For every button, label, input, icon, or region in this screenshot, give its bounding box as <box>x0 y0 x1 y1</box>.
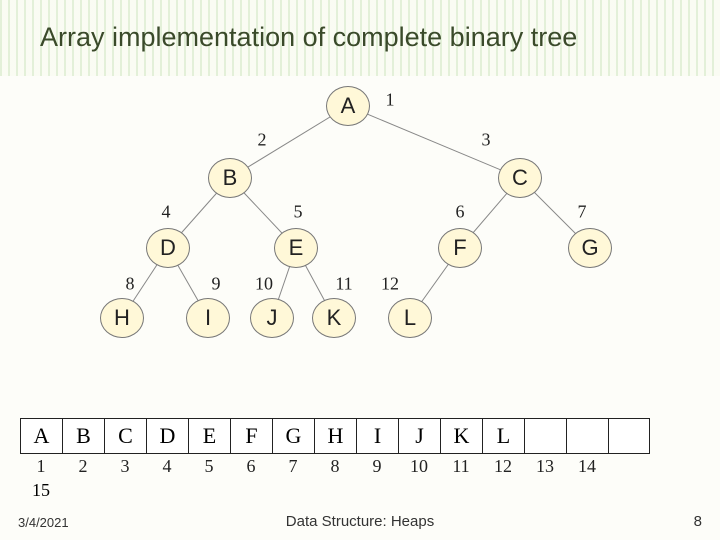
array-index: 9 <box>356 456 398 477</box>
array-cell: C <box>104 418 146 454</box>
array-cell: L <box>482 418 524 454</box>
array-cell <box>566 418 608 454</box>
array-cell: F <box>230 418 272 454</box>
tree-node-index: 9 <box>212 274 221 295</box>
slide-footer: Data Structure: Heaps <box>286 513 434 530</box>
tree-node-index: 10 <box>255 274 273 295</box>
array-index: 10 <box>398 456 440 477</box>
array-cell: G <box>272 418 314 454</box>
slide-page-number: 8 <box>694 513 702 530</box>
tree-node: G <box>568 228 612 268</box>
array-index: 2 <box>62 456 104 477</box>
tree-node-index: 2 <box>258 130 267 151</box>
array-index: 4 <box>146 456 188 477</box>
tree-edges <box>0 86 720 426</box>
array-index: 12 <box>482 456 524 477</box>
array-index: 3 <box>104 456 146 477</box>
array-cell: E <box>188 418 230 454</box>
tree-node: J <box>250 298 294 338</box>
array-row: ABCDEFGHIJKL <box>20 418 650 454</box>
array-cell: I <box>356 418 398 454</box>
tree-node-index: 7 <box>578 202 587 223</box>
array-index: 13 <box>524 456 566 477</box>
tree-node: D <box>146 228 190 268</box>
array-index: 14 <box>566 456 608 477</box>
tree-node: K <box>312 298 356 338</box>
array-cell <box>524 418 566 454</box>
tree-node-index: 5 <box>294 202 303 223</box>
tree-node: L <box>388 298 432 338</box>
slide-date: 3/4/2021 <box>18 515 69 530</box>
binary-tree-diagram: ABCDEFGHIJKL 123456789101112 <box>0 86 720 386</box>
tree-node: I <box>186 298 230 338</box>
array-cell: D <box>146 418 188 454</box>
array-index-15: 15 <box>20 480 62 501</box>
tree-node-index: 4 <box>162 202 171 223</box>
tree-node-index: 12 <box>381 274 399 295</box>
array-cell: J <box>398 418 440 454</box>
tree-node: B <box>208 158 252 198</box>
tree-node: A <box>326 86 370 126</box>
tree-node-index: 6 <box>456 202 465 223</box>
array-index: 6 <box>230 456 272 477</box>
array-index-row: 1234567891011121314 <box>20 456 608 477</box>
array-cell: A <box>20 418 62 454</box>
array-cell <box>608 418 650 454</box>
tree-node: H <box>100 298 144 338</box>
tree-node-index: 3 <box>482 130 491 151</box>
tree-node: C <box>498 158 542 198</box>
array-index: 5 <box>188 456 230 477</box>
tree-node-index: 1 <box>386 90 395 111</box>
slide-title: Array implementation of complete binary … <box>40 22 577 53</box>
array-index: 7 <box>272 456 314 477</box>
array-index: 1 <box>20 456 62 477</box>
array-index: 8 <box>314 456 356 477</box>
array-cell: H <box>314 418 356 454</box>
tree-node-index: 8 <box>126 274 135 295</box>
tree-node-index: 11 <box>335 274 352 295</box>
array-index: 11 <box>440 456 482 477</box>
array-cell: B <box>62 418 104 454</box>
tree-node: F <box>438 228 482 268</box>
array-cell: K <box>440 418 482 454</box>
tree-node: E <box>274 228 318 268</box>
